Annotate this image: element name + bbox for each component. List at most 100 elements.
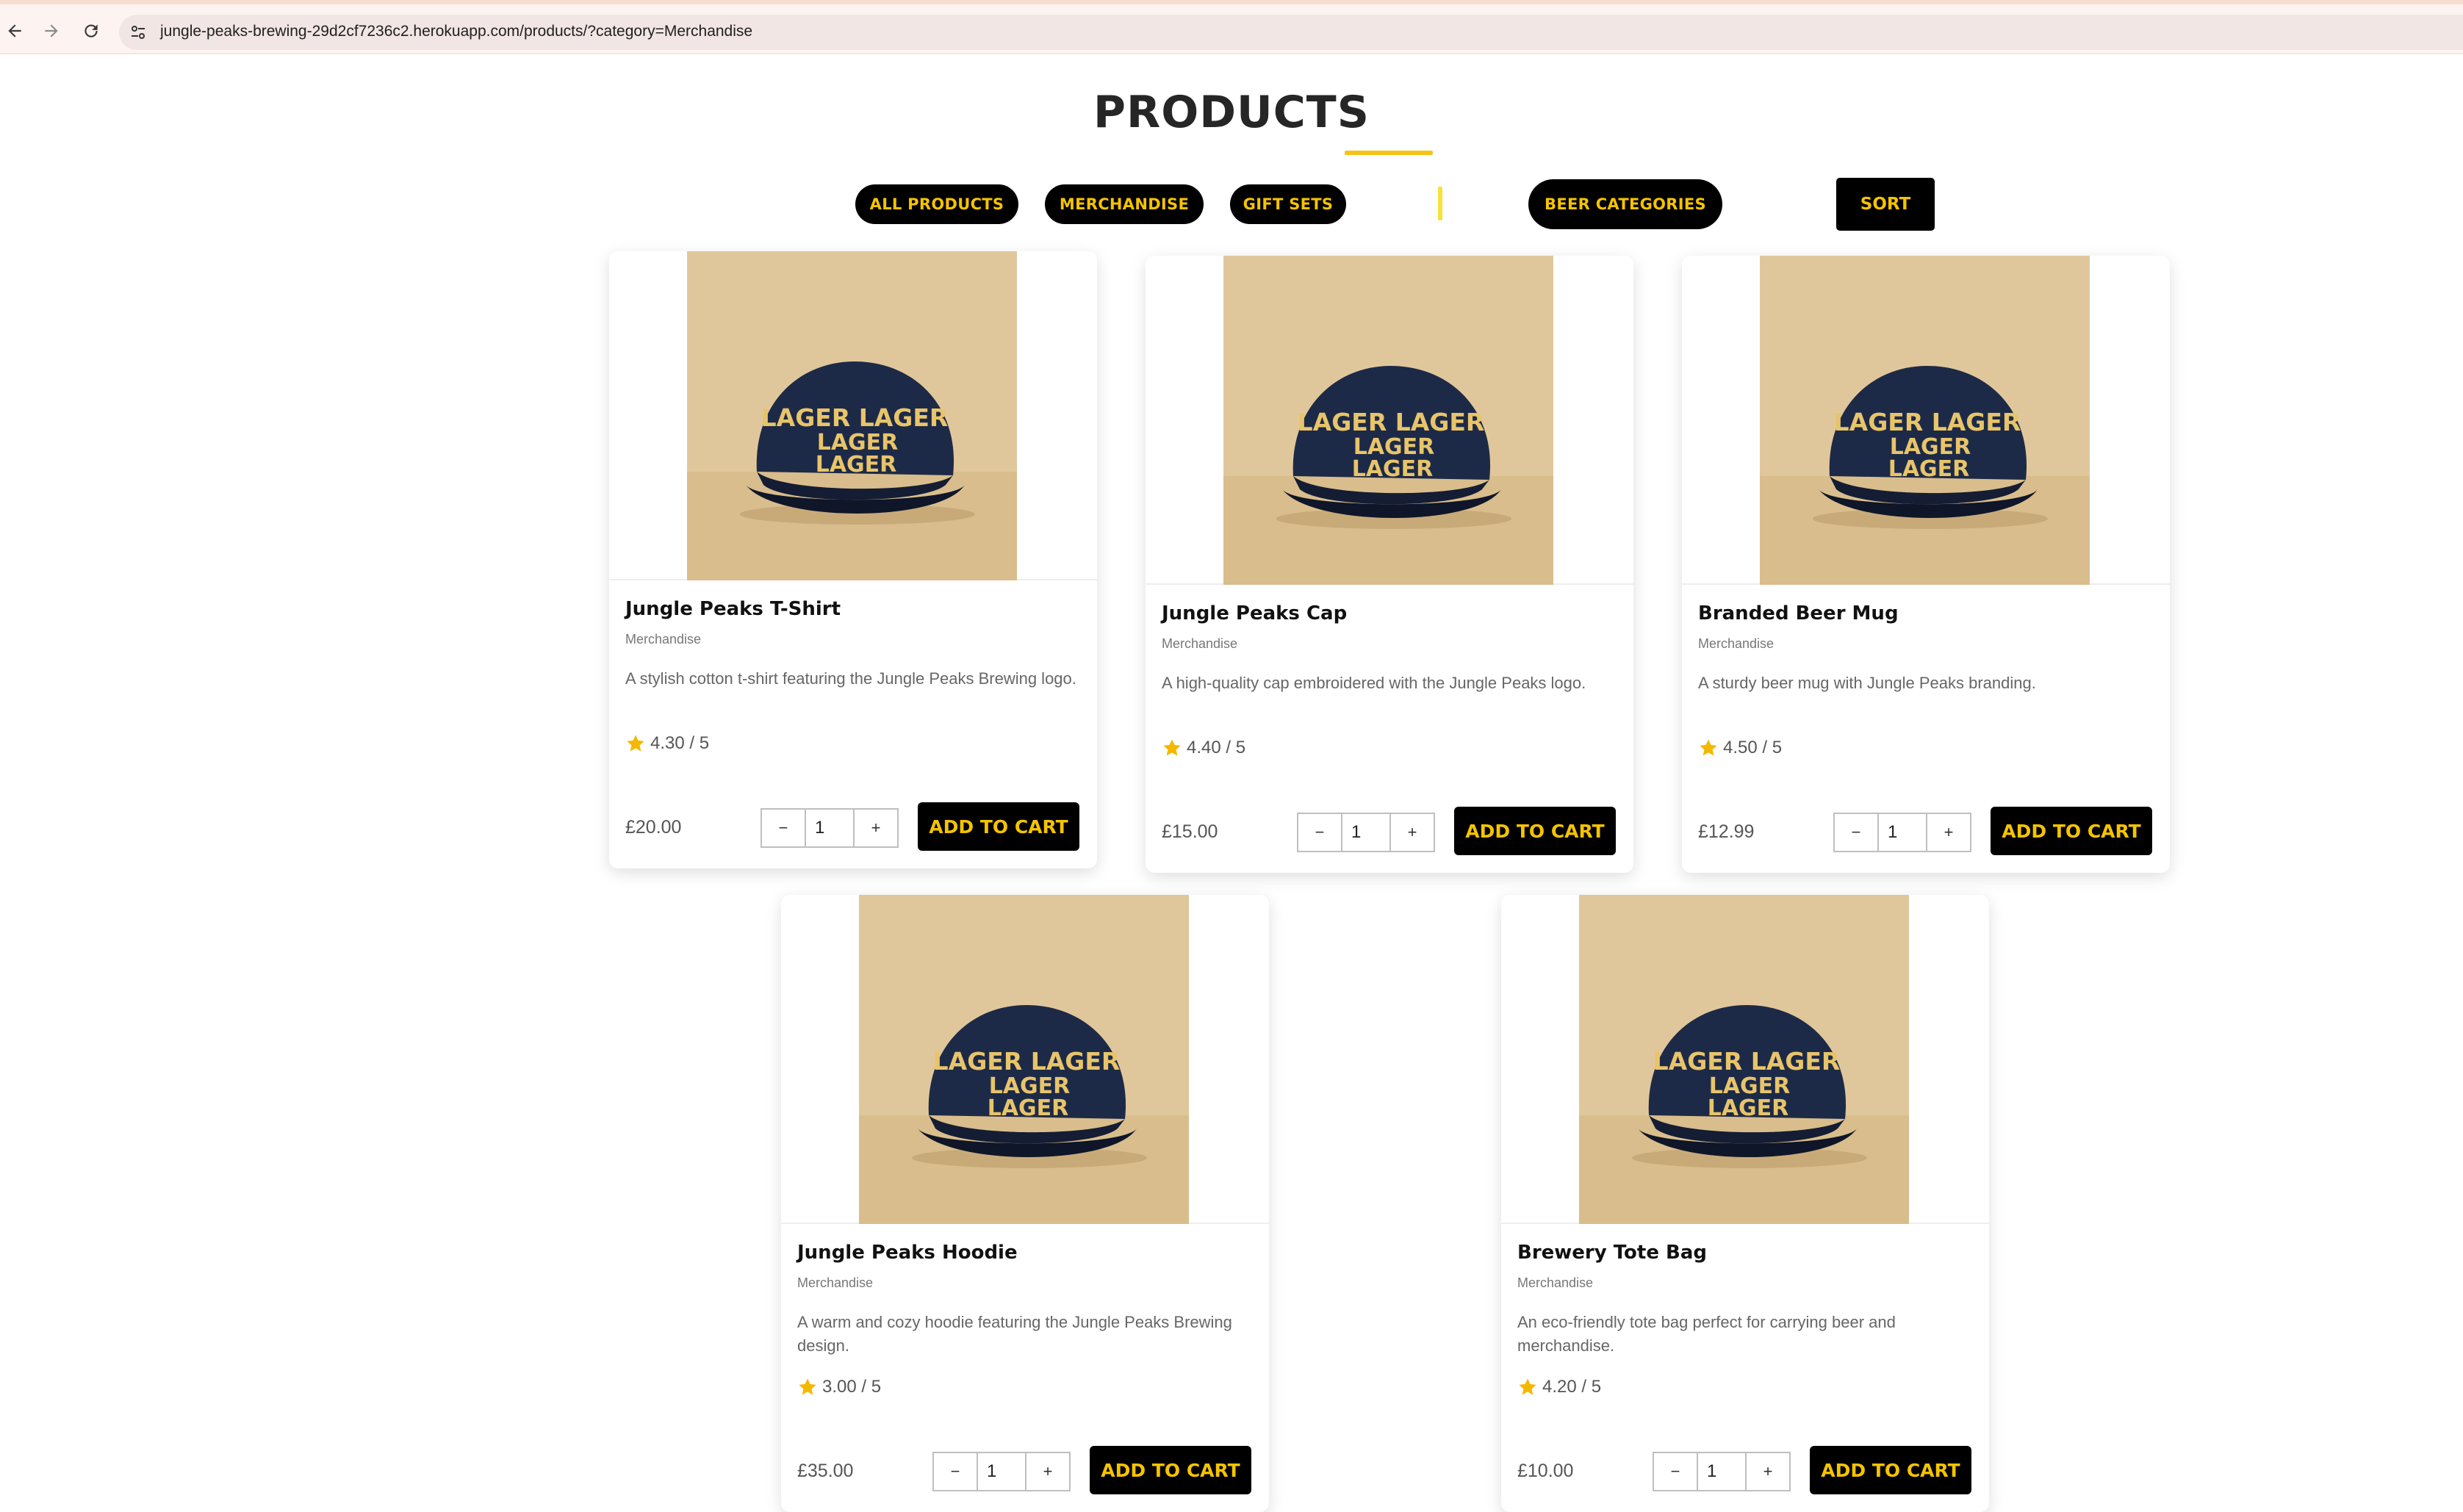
decrement-button[interactable]: −	[761, 808, 806, 848]
product-description: A stylish cotton t-shirt featuring the J…	[625, 669, 1076, 688]
star-icon	[627, 735, 644, 752]
decrement-button[interactable]: −	[932, 1452, 978, 1491]
cap-text-line3: LAGER	[1888, 456, 1970, 482]
quantity-stepper: − 1 +	[932, 1452, 1071, 1491]
rating-text: 4.30 / 5	[650, 733, 710, 753]
product-price: £20.00	[625, 817, 682, 838]
product-rating: 4.30 / 5	[625, 733, 709, 754]
quantity-input[interactable]: 1	[806, 808, 853, 848]
filter-merchandise-button[interactable]: MERCHANDISE	[1045, 184, 1204, 224]
star-icon	[799, 1378, 816, 1395]
product-rating: 4.40 / 5	[1162, 738, 1245, 758]
product-image-area: LAGER LAGER LAGER LAGER	[609, 251, 1097, 580]
cap-text-line1: LAGER LAGER	[1834, 408, 2021, 436]
product-card: LAGER LAGER LAGER LAGER Jungle Peaks Cap…	[1146, 256, 1633, 873]
rating-text: 4.50 / 5	[1723, 738, 1783, 757]
product-rating: 3.00 / 5	[797, 1377, 881, 1397]
filter-all-products-button[interactable]: ALL PRODUCTS	[855, 184, 1018, 224]
cap-text-line3: LAGER	[1708, 1095, 1789, 1121]
product-image[interactable]: LAGER LAGER LAGER LAGER	[859, 895, 1189, 1224]
reload-icon[interactable]	[76, 16, 106, 46]
add-to-cart-button[interactable]: ADD TO CART	[918, 802, 1079, 851]
product-card: LAGER LAGER LAGER LAGER Brewery Tote Bag…	[1501, 895, 1989, 1512]
lager-cap-image: LAGER LAGER LAGER LAGER	[1223, 256, 1553, 585]
cap-text-line1: LAGER LAGER	[1653, 1047, 1841, 1076]
product-description: A warm and cozy hoodie featuring the Jun…	[797, 1313, 1232, 1355]
star-icon	[1163, 739, 1181, 756]
rating-text: 3.00 / 5	[822, 1377, 882, 1397]
cap-text-line1: LAGER LAGER	[933, 1047, 1121, 1076]
product-image-area: LAGER LAGER LAGER LAGER	[1146, 256, 1633, 585]
product-description: An eco-friendly tote bag perfect for car…	[1517, 1313, 1896, 1355]
product-category: Merchandise	[1698, 636, 1775, 651]
quantity-input[interactable]: 1	[978, 1452, 1025, 1491]
product-price: £12.99	[1698, 821, 1755, 842]
quantity-input[interactable]: 1	[1879, 813, 1926, 852]
product-rating: 4.20 / 5	[1517, 1377, 1601, 1397]
quantity-stepper: − 1 +	[1833, 813, 1971, 852]
cap-text-line3: LAGER	[816, 452, 897, 478]
quantity-input[interactable]: 1	[1342, 813, 1389, 852]
arrow-right-icon[interactable]	[37, 16, 66, 46]
tune-icon[interactable]	[129, 24, 147, 41]
product-category: Merchandise	[1517, 1275, 1594, 1290]
product-name[interactable]: Jungle Peaks Hoodie	[797, 1242, 1018, 1264]
add-to-cart-button[interactable]: ADD TO CART	[1991, 807, 2152, 855]
decrement-button[interactable]: −	[1297, 813, 1342, 852]
cap-text-line3: LAGER	[988, 1095, 1069, 1121]
quantity-input[interactable]: 1	[1698, 1452, 1745, 1491]
decrement-button[interactable]: −	[1833, 813, 1879, 852]
product-description: A high-quality cap embroidered with the …	[1162, 674, 1586, 692]
url-text[interactable]: jungle-peaks-brewing-29d2cf7236c2.heroku…	[160, 23, 752, 40]
product-image-area: LAGER LAGER LAGER LAGER	[1501, 895, 1989, 1224]
filter-gift-sets-button[interactable]: GIFT SETS	[1230, 184, 1346, 224]
page-title: PRODUCTS	[1093, 87, 1370, 138]
product-image-area: LAGER LAGER LAGER LAGER	[781, 895, 1269, 1224]
increment-button[interactable]: +	[1926, 813, 1971, 852]
cap-text-line1: LAGER LAGER	[761, 403, 949, 432]
cap-text-line1: LAGER LAGER	[1298, 408, 1485, 436]
rating-text: 4.40 / 5	[1187, 738, 1246, 757]
increment-button[interactable]: +	[1389, 813, 1435, 852]
product-name[interactable]: Brewery Tote Bag	[1517, 1242, 1707, 1264]
star-icon	[1700, 739, 1717, 756]
increment-button[interactable]: +	[1745, 1452, 1791, 1491]
product-image[interactable]: LAGER LAGER LAGER LAGER	[687, 251, 1017, 580]
arrow-left-icon[interactable]	[0, 16, 29, 46]
product-name[interactable]: Branded Beer Mug	[1698, 602, 1899, 624]
product-name[interactable]: Jungle Peaks T-Shirt	[625, 598, 841, 620]
product-image-area: LAGER LAGER LAGER LAGER	[1682, 256, 2170, 585]
title-underline	[1345, 151, 1433, 155]
product-description: A sturdy beer mug with Jungle Peaks bran…	[1698, 674, 2036, 692]
product-card: LAGER LAGER LAGER LAGER Branded Beer Mug…	[1682, 256, 2170, 873]
lager-cap-image: LAGER LAGER LAGER LAGER	[859, 895, 1189, 1224]
beer-categories-button[interactable]: BEER CATEGORIES	[1528, 179, 1722, 229]
product-category: Merchandise	[625, 632, 702, 647]
product-card: LAGER LAGER LAGER LAGER Jungle Peaks Hoo…	[781, 895, 1269, 1512]
product-image[interactable]: LAGER LAGER LAGER LAGER	[1760, 256, 2090, 585]
product-image[interactable]: LAGER LAGER LAGER LAGER	[1579, 895, 1909, 1224]
increment-button[interactable]: +	[1025, 1452, 1071, 1491]
add-to-cart-button[interactable]: ADD TO CART	[1810, 1446, 1971, 1494]
filter-divider	[1438, 187, 1442, 220]
product-price: £10.00	[1517, 1461, 1574, 1481]
decrement-button[interactable]: −	[1653, 1452, 1698, 1491]
star-icon	[1519, 1378, 1536, 1395]
product-price: £35.00	[797, 1461, 854, 1481]
add-to-cart-button[interactable]: ADD TO CART	[1454, 807, 1616, 855]
add-to-cart-button[interactable]: ADD TO CART	[1090, 1446, 1251, 1494]
product-name[interactable]: Jungle Peaks Cap	[1162, 602, 1347, 624]
product-image[interactable]: LAGER LAGER LAGER LAGER	[1223, 256, 1553, 585]
product-category: Merchandise	[1162, 636, 1238, 651]
lager-cap-image: LAGER LAGER LAGER LAGER	[1760, 256, 2090, 585]
rating-text: 4.20 / 5	[1542, 1377, 1602, 1397]
product-price: £15.00	[1162, 821, 1218, 842]
cap-text-line3: LAGER	[1352, 456, 1434, 482]
quantity-stepper: − 1 +	[1297, 813, 1435, 852]
sort-button[interactable]: SORT	[1836, 178, 1935, 231]
quantity-stepper: − 1 +	[761, 808, 899, 848]
address-bar[interactable]: jungle-peaks-brewing-29d2cf7236c2.heroku…	[119, 15, 2463, 50]
lager-cap-image: LAGER LAGER LAGER LAGER	[1579, 895, 1909, 1224]
increment-button[interactable]: +	[853, 808, 899, 848]
product-rating: 4.50 / 5	[1698, 738, 1782, 758]
